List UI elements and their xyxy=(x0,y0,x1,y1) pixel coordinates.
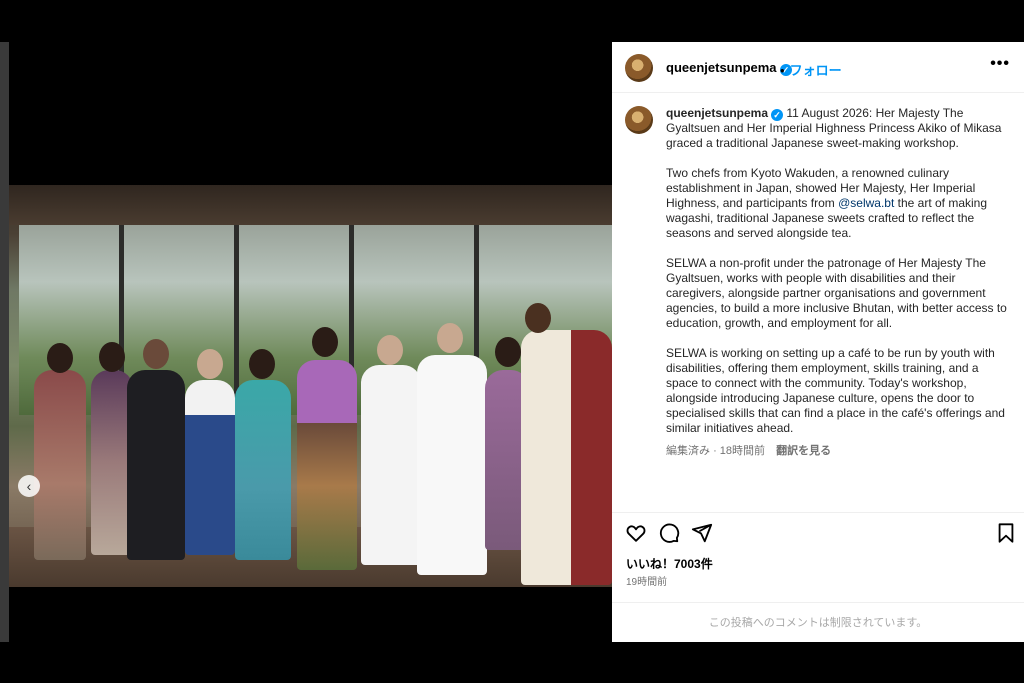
caption-paragraph-4: SELWA is working on setting up a café to… xyxy=(666,346,1005,435)
caption-avatar[interactable] xyxy=(625,106,653,134)
post-photo: ‹ xyxy=(9,185,612,587)
share-icon[interactable] xyxy=(691,522,713,544)
heart-icon[interactable] xyxy=(625,522,647,544)
caption-meta: 編集済み · 18時間前 翻訳を見る xyxy=(666,442,831,458)
post-caption: queenjetsunpema ✓ 11 August 2026: Her Maj… xyxy=(666,106,1011,451)
dimmed-backdrop xyxy=(0,42,9,642)
mention-link[interactable]: @selwa.bt xyxy=(838,196,894,210)
caption-username[interactable]: queenjetsunpema xyxy=(666,106,768,120)
comment-icon[interactable] xyxy=(658,522,680,544)
meta-separator: · xyxy=(713,445,717,457)
action-bar xyxy=(612,512,1024,553)
translate-button[interactable]: 翻訳を見る xyxy=(776,445,831,457)
follow-label[interactable]: フォロー xyxy=(790,63,842,78)
likes-count[interactable]: いいね！7003件 xyxy=(626,555,713,572)
edited-time: 18時間前 xyxy=(719,445,766,457)
avatar[interactable] xyxy=(625,54,653,82)
comments-restricted-notice: この投稿へのコメントは制限されています。 xyxy=(612,602,1024,643)
verified-badge-icon: ✓ xyxy=(771,109,784,121)
post-header: queenjetsunpema ✓ • フォロー ••• xyxy=(612,42,1024,93)
separator-dot: • xyxy=(780,63,785,78)
edited-label: 編集済み xyxy=(666,445,710,457)
carousel-prev-icon[interactable]: ‹ xyxy=(18,475,40,497)
header-username[interactable]: queenjetsunpema ✓ xyxy=(666,60,792,76)
posted-time: 19時間前 xyxy=(626,577,668,588)
caption-paragraph-3: SELWA a non-profit under the patronage o… xyxy=(666,256,1007,330)
bookmark-icon[interactable] xyxy=(995,522,1017,544)
caption-date: 11 August 2026: xyxy=(786,106,873,120)
post-side-panel: queenjetsunpema ✓ • フォロー ••• queenjetsunpe… xyxy=(612,42,1024,642)
header-username-text[interactable]: queenjetsunpema xyxy=(666,60,777,75)
follow-button[interactable]: • フォロー xyxy=(780,60,842,79)
more-options-icon[interactable]: ••• xyxy=(990,55,1010,73)
post-media: ‹ xyxy=(9,42,612,642)
